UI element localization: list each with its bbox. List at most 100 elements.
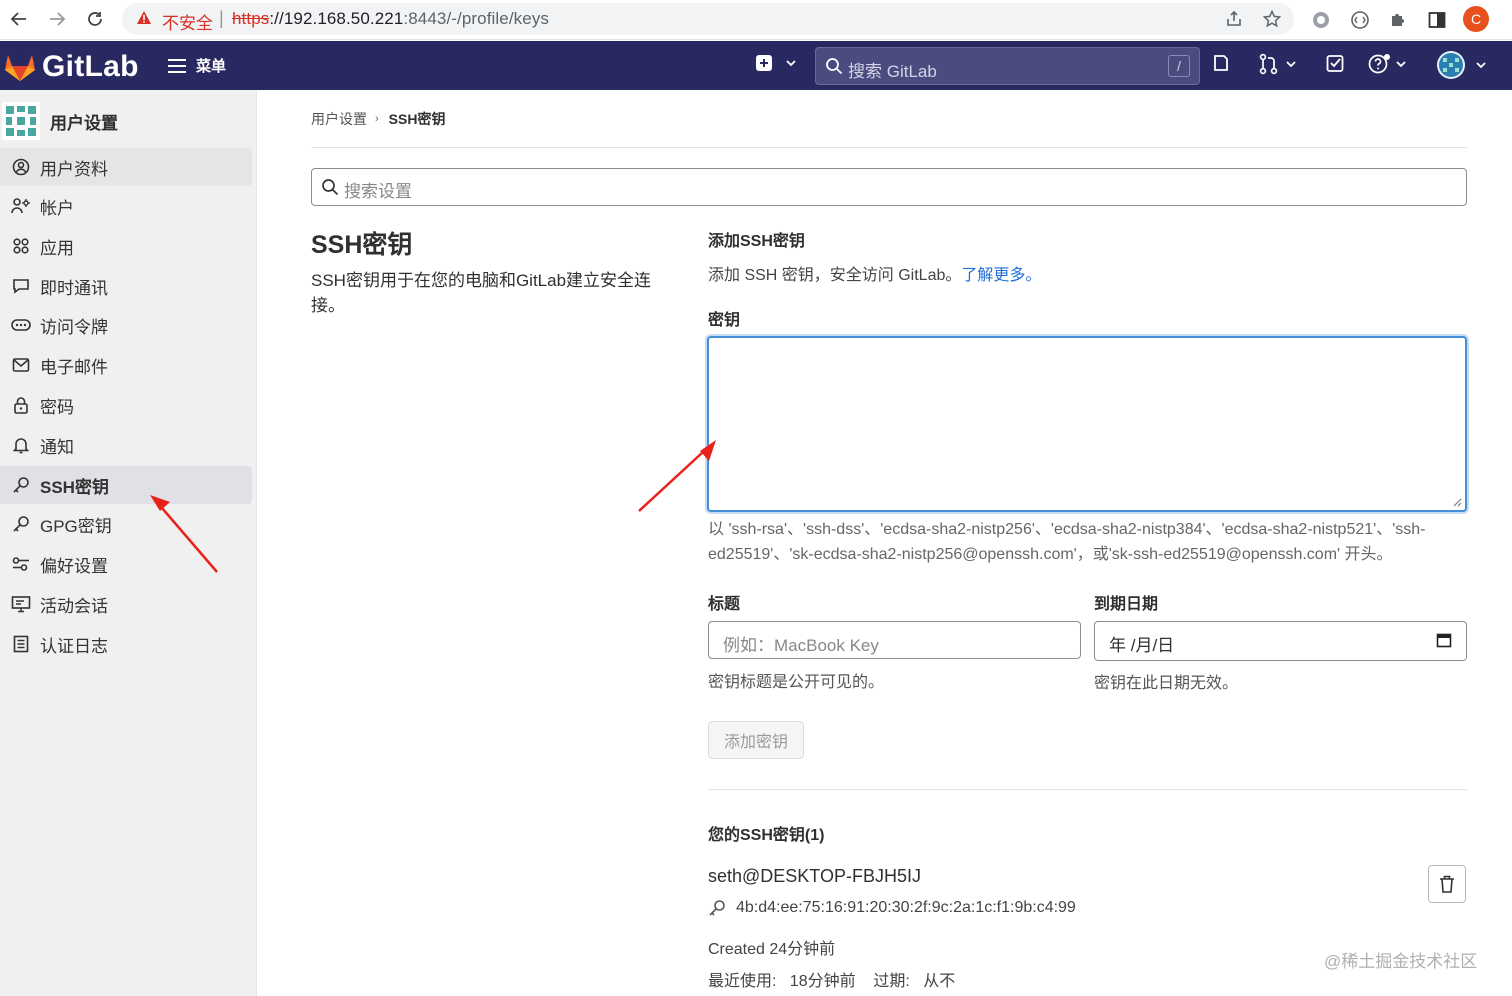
search-shortcut-badge: / — [1168, 55, 1190, 77]
extension-code-icon[interactable] — [1348, 8, 1372, 32]
profile-icon — [11, 157, 31, 177]
breadcrumb: 用户设置 › SSH密钥 — [311, 109, 445, 129]
extensions-puzzle-icon[interactable] — [1386, 8, 1410, 32]
key-icon — [11, 514, 31, 534]
help-icon — [1368, 54, 1390, 74]
title-help: 密钥标题是公开可见的。 — [708, 674, 885, 691]
breadcrumb-current: SSH密钥 — [388, 111, 446, 127]
issues-icon[interactable] — [1211, 53, 1231, 73]
insecure-label: 不安全 — [162, 14, 213, 33]
learn-more-link[interactable]: 了解更多。 — [961, 267, 1041, 284]
add-key-intro: 添加 SSH 密钥，安全访问 GitLab。了解更多。 — [708, 267, 1042, 284]
account-icon — [11, 196, 31, 216]
applications-icon — [11, 236, 31, 256]
sidebar-item-ssh-keys[interactable]: SSH密钥 — [0, 466, 252, 504]
sidebar-item-auth-log[interactable]: 认证日志 — [0, 625, 252, 663]
monitor-icon — [11, 594, 31, 614]
watermark: @稀土掘金技术社区 — [1324, 952, 1478, 971]
menu-button[interactable]: 菜单 — [166, 55, 226, 76]
sidebar-item-applications[interactable]: 应用 — [0, 227, 252, 265]
divider — [708, 789, 1467, 790]
gitlab-logo[interactable]: GitLab — [4, 50, 139, 84]
sidebar-item-profile[interactable]: 用户资料 — [0, 148, 252, 186]
help-dropdown[interactable] — [1368, 53, 1408, 75]
reload-icon[interactable] — [82, 6, 108, 32]
expiry-help: 密钥在此日期无效。 — [1094, 675, 1239, 692]
preferences-icon — [11, 554, 31, 574]
add-key-heading: 添加SSH密钥 — [708, 233, 805, 250]
key-field-label: 密钥 — [708, 312, 741, 329]
share-icon[interactable] — [1222, 7, 1246, 31]
chevron-down-icon — [1396, 61, 1406, 68]
section-description: SSH密钥用于在您的电脑和GitLab建立安全连接。 — [311, 271, 652, 315]
lock-icon — [11, 395, 31, 415]
mail-icon — [11, 355, 31, 375]
key-icon — [11, 475, 31, 495]
merge-request-icon — [1259, 53, 1278, 75]
todos-icon[interactable] — [1325, 53, 1345, 73]
forward-icon[interactable] — [44, 6, 70, 32]
key-icon — [708, 899, 726, 917]
sidebar: 用户设置 用户资料 帐户 应用 即时通讯 访问令牌 电子邮件 密码 通知 SSH… — [0, 90, 257, 996]
plus-square-icon — [756, 55, 772, 71]
search-icon — [825, 57, 843, 75]
resize-grip-icon[interactable] — [1452, 497, 1462, 507]
browser-profile-avatar[interactable]: C — [1463, 6, 1489, 32]
add-key-button[interactable]: 添加密钥 — [708, 721, 804, 759]
sidebar-item-preferences[interactable]: 偏好设置 — [0, 545, 252, 583]
user-settings-avatar — [2, 102, 40, 140]
chevron-right-icon: › — [375, 113, 379, 125]
expiry-date-input[interactable]: 年 /月/日 — [1094, 621, 1467, 661]
chevron-down-icon — [1286, 61, 1296, 68]
avatar — [1437, 51, 1465, 79]
sidebar-item-password[interactable]: 密码 — [0, 386, 252, 424]
chevron-down-icon — [1476, 62, 1486, 69]
breadcrumb-parent-link[interactable]: 用户设置 — [311, 109, 367, 129]
divider — [311, 147, 1467, 148]
merge-requests-dropdown[interactable] — [1258, 53, 1298, 75]
annotation-arrow-textarea — [638, 440, 716, 512]
calendar-icon[interactable] — [1436, 632, 1452, 648]
ssh-key-title[interactable]: seth@DESKTOP-FBJH5IJ — [708, 866, 921, 887]
url-separator: | — [219, 8, 224, 28]
title-field-label: 标题 — [708, 596, 741, 613]
ssh-key-created: Created 24分钟前 — [708, 941, 836, 958]
key-textarea[interactable] — [707, 336, 1467, 512]
delete-key-button[interactable] — [1428, 865, 1466, 903]
sidebar-header[interactable]: 用户设置 — [2, 102, 118, 140]
sidebar-item-access-tokens[interactable]: 访问令牌 — [0, 306, 252, 344]
token-icon — [11, 315, 31, 335]
expiry-field-label: 到期日期 — [1094, 596, 1159, 613]
gitlab-tanuki-icon — [5, 55, 35, 81]
bell-icon — [11, 435, 31, 455]
log-icon — [11, 634, 31, 654]
chevron-down-icon — [786, 60, 796, 67]
your-keys-heading: 您的SSH密钥(1) — [708, 827, 825, 844]
bookmark-star-icon[interactable] — [1260, 7, 1284, 31]
sidebar-item-notifications[interactable]: 通知 — [0, 426, 252, 464]
settings-search-input[interactable]: 搜索设置 — [311, 168, 1467, 206]
extension-record-icon[interactable] — [1309, 8, 1333, 32]
section-title: SSH密钥 — [311, 231, 413, 259]
gitlab-header: GitLab 菜单 搜索 GitLab / — [0, 41, 1512, 90]
side-panel-icon[interactable] — [1425, 8, 1449, 32]
sidebar-item-emails[interactable]: 电子邮件 — [0, 346, 252, 384]
search-icon — [321, 178, 339, 196]
trash-icon — [1440, 875, 1454, 893]
ssh-key-fingerprint: 4b:d4:ee:75:16:91:20:30:2f:9c:2a:1c:f1:9… — [708, 899, 1076, 917]
key-title-input[interactable]: 例如：MacBook Key — [708, 621, 1081, 659]
ssh-key-usage: 最近使用: 18分钟前 过期: 从不 — [708, 973, 956, 990]
user-avatar-dropdown[interactable] — [1436, 50, 1488, 80]
address-bar[interactable]: 不安全 | https://192.168.50.221:8443/-/prof… — [122, 3, 1294, 35]
search-input[interactable]: 搜索 GitLab / — [815, 47, 1200, 85]
back-icon[interactable] — [6, 6, 32, 32]
hamburger-icon — [168, 58, 186, 73]
sidebar-item-active-sessions[interactable]: 活动会话 — [0, 585, 252, 623]
key-format-help: 以 'ssh-rsa'、'ssh-dss'、'ecdsa-sha2-nistp2… — [708, 521, 1426, 563]
new-item-dropdown[interactable] — [754, 53, 798, 73]
sidebar-item-account[interactable]: 帐户 — [0, 187, 252, 225]
url-text[interactable]: https://192.168.50.221:8443/-/profile/ke… — [232, 9, 549, 29]
sidebar-item-gpg-keys[interactable]: GPG密钥 — [0, 505, 252, 543]
browser-toolbar: 不安全 | https://192.168.50.221:8443/-/prof… — [0, 0, 1512, 40]
sidebar-item-chat[interactable]: 即时通讯 — [0, 267, 252, 305]
